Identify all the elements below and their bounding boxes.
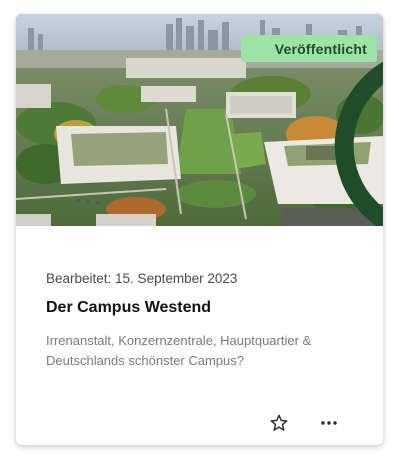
card-actions (16, 410, 383, 440)
card-description: Irrenanstalt, Konzernzentrale, Hauptquar… (46, 333, 312, 368)
last-edited-date: Bearbeitet: 15. September 2023 (46, 271, 238, 286)
globe-icon (249, 40, 383, 226)
card-title[interactable]: Der Campus Westend (46, 299, 211, 317)
card-cover-image[interactable]: Veröffentlicht (16, 14, 383, 226)
card-body: Bearbeitet: 15. September 2023 Der Campu… (16, 226, 383, 445)
more-options-button[interactable] (314, 410, 344, 440)
more-horizontal-icon (319, 413, 339, 438)
article-card[interactable]: Veröffentlicht Bearbeitet: 15. September… (16, 14, 383, 445)
status-label: Veröffentlicht (274, 40, 367, 57)
status-badge: Veröffentlicht (240, 35, 383, 226)
star-outline-icon (269, 413, 289, 438)
favorite-button[interactable] (264, 410, 294, 440)
